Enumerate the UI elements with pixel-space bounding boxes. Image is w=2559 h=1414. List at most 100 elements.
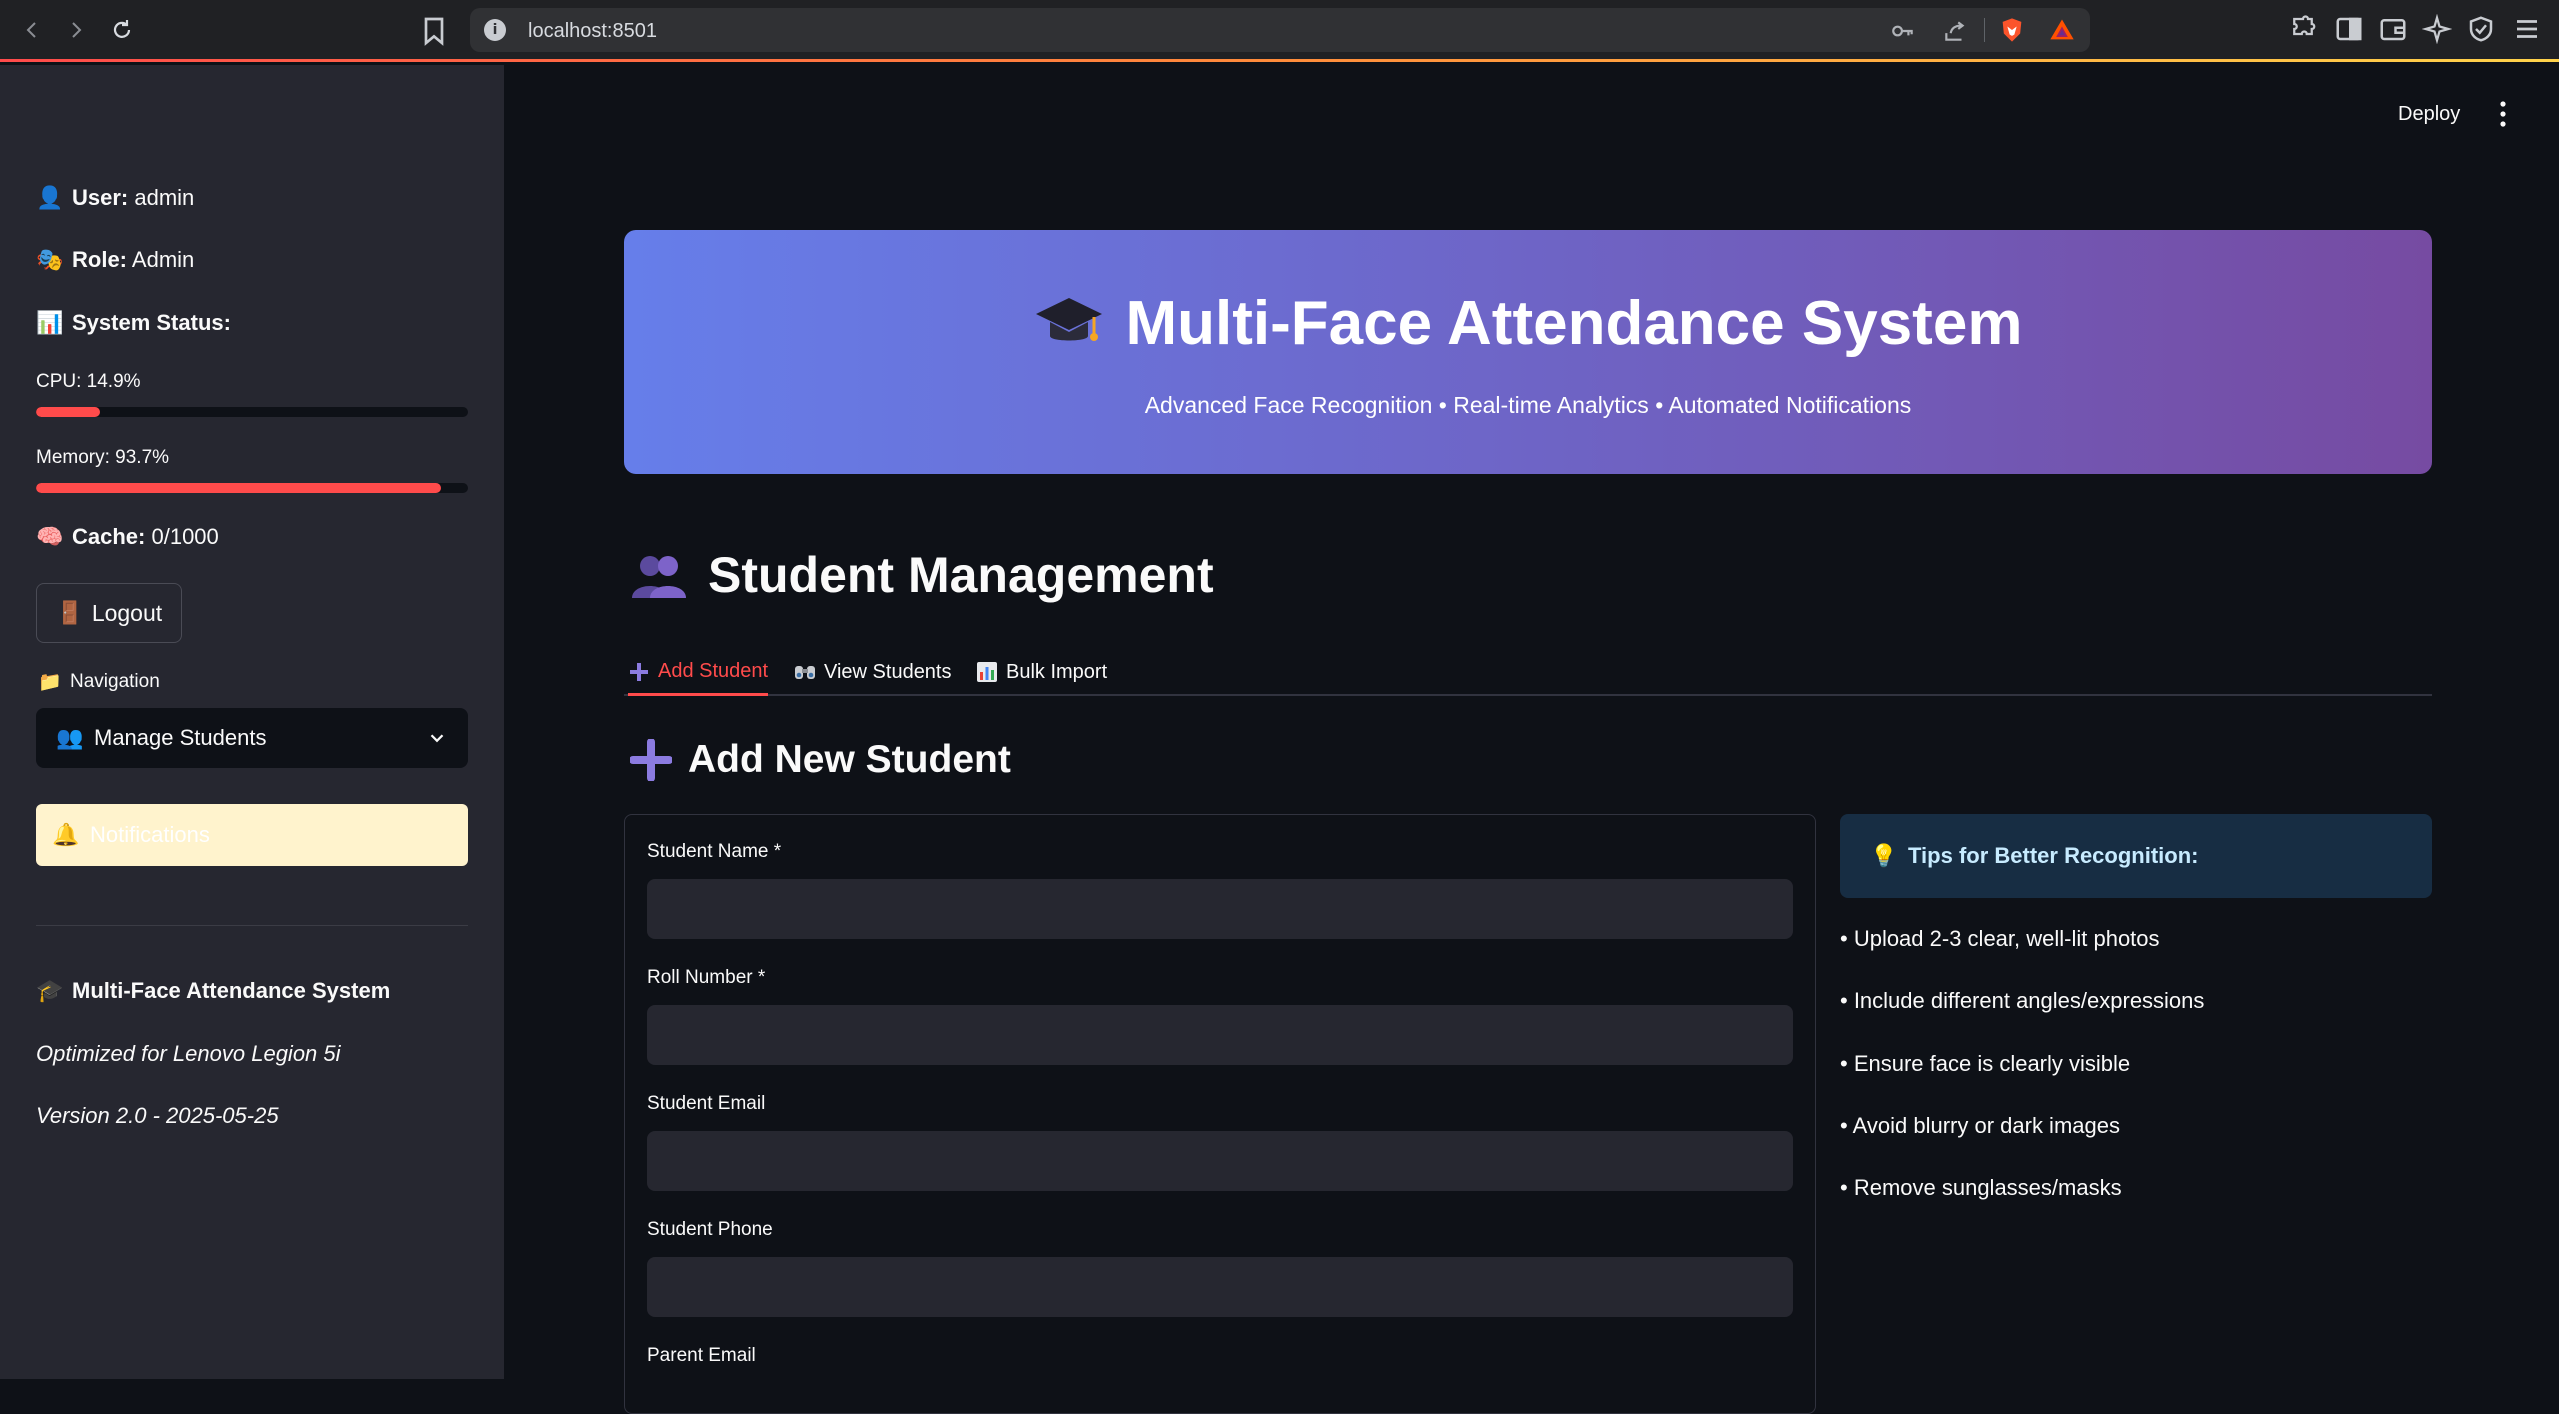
users-icon: 👥	[56, 725, 84, 751]
cpu-progress-bar	[36, 407, 468, 417]
cache-info: 🧠 Cache: 0/1000	[36, 524, 219, 550]
tab-view-students-label: View Students	[824, 660, 952, 683]
url-text: localhost:8501	[528, 20, 657, 42]
user-icon: 👤	[36, 185, 64, 211]
student-email-input[interactable]	[647, 1131, 1793, 1191]
selected-page: Manage Students	[94, 725, 267, 750]
user-label: User:	[72, 185, 129, 210]
sidebar: 👤 User: admin 🎭 Role: Admin 📊 System Sta…	[0, 65, 504, 1379]
extensions-icon[interactable]	[2288, 14, 2318, 44]
optimized-note: Optimized for Lenovo Legion 5i	[36, 1041, 341, 1066]
plus-icon	[630, 662, 648, 681]
more-options-icon[interactable]	[2498, 100, 2508, 128]
divider	[1984, 18, 1985, 42]
subsection-title: Add New Student	[630, 738, 1011, 782]
app-name-text: Multi-Face Attendance System	[72, 978, 391, 1003]
forward-icon[interactable]	[60, 14, 92, 46]
tab-add-student-label: Add Student	[658, 660, 769, 682]
bookmark-icon[interactable]	[418, 15, 450, 47]
version-note: Version 2.0 - 2025-05-25	[36, 1103, 279, 1128]
navigation-label: 📁 Navigation	[36, 670, 160, 694]
bar-chart-icon	[977, 662, 997, 682]
share-icon[interactable]	[1942, 18, 1968, 44]
navigation-select[interactable]: 👥 Manage Students	[36, 708, 468, 768]
section-title-text: Student Management	[708, 547, 1214, 603]
notifications-button[interactable]: 🔔 Notifications	[36, 804, 468, 866]
wallet-icon[interactable]	[2378, 14, 2408, 44]
tip-item: • Include different angles/expressions	[1840, 988, 2205, 1013]
theater-masks-icon: 🎭	[36, 247, 64, 273]
tips-title: Tips for Better Recognition:	[1908, 843, 2199, 868]
brave-shield-icon[interactable]	[1998, 16, 2026, 44]
key-icon[interactable]	[1890, 18, 1916, 44]
leo-ai-icon[interactable]	[2421, 13, 2453, 45]
logout-button[interactable]: 🚪 Logout	[36, 583, 182, 643]
tip-item: • Remove sunglasses/masks	[1840, 1175, 2122, 1200]
users-icon	[632, 556, 686, 598]
tip-item: • Ensure face is clearly visible	[1840, 1051, 2131, 1076]
logout-label: Logout	[91, 599, 163, 626]
tab-bar: Add Student View Students Bulk Import	[624, 640, 2432, 696]
browser-toolbar: i localhost:8501	[0, 0, 2559, 62]
user-info: 👤 User: admin	[36, 185, 194, 211]
notifications-label: Notifications	[90, 822, 210, 847]
folder-icon: 📁	[38, 671, 62, 693]
tip-item: • Avoid blurry or dark images	[1840, 1113, 2120, 1138]
tip-item: • Upload 2-3 clear, well-lit photos	[1840, 926, 2160, 951]
tab-add-student[interactable]: Add Student	[628, 650, 769, 696]
brain-icon: 🧠	[36, 524, 64, 550]
hero-banner: Multi-Face Attendance System Advanced Fa…	[624, 230, 2432, 474]
roll-number-label: Roll Number *	[647, 967, 766, 988]
deploy-button[interactable]: Deploy	[2398, 103, 2460, 126]
student-phone-label: Student Phone	[647, 1219, 773, 1240]
tab-bulk-import[interactable]: Bulk Import	[976, 650, 1107, 694]
sidebar-divider	[36, 925, 468, 926]
user-value: admin	[134, 185, 195, 210]
system-status: 📊 System Status:	[36, 310, 231, 336]
role-value: Admin	[131, 247, 195, 272]
back-icon[interactable]	[16, 14, 48, 46]
cache-label: Cache:	[72, 524, 146, 549]
section-title: Student Management	[630, 546, 1214, 604]
lightbulb-icon: 💡	[1870, 843, 1898, 869]
student-name-input[interactable]	[647, 879, 1793, 939]
role-info: 🎭 Role: Admin	[36, 247, 194, 273]
address-bar[interactable]: i localhost:8501	[470, 8, 2090, 52]
tab-bulk-import-label: Bulk Import	[1006, 660, 1108, 683]
brave-rewards-icon[interactable]	[2048, 16, 2076, 44]
door-icon: 🚪	[56, 600, 84, 626]
sidebar-icon[interactable]	[2334, 14, 2364, 44]
menu-icon[interactable]	[2512, 14, 2542, 44]
role-label: Role:	[72, 247, 127, 272]
cpu-progress-fill	[36, 407, 101, 417]
memory-label: Memory: 93.7%	[36, 447, 170, 468]
hero-title: Multi-Face Attendance System	[624, 288, 2432, 359]
parent-email-label: Parent Email	[647, 1345, 756, 1366]
chevron-down-icon	[430, 734, 444, 743]
graduation-cap-icon	[1035, 297, 1102, 341]
navigation-label-text: Navigation	[70, 670, 160, 692]
subsection-title-text: Add New Student	[688, 738, 1011, 781]
student-name-label: Student Name *	[647, 841, 782, 862]
vpn-icon[interactable]	[2466, 14, 2496, 44]
memory-progress-fill	[36, 483, 441, 493]
tips-info-box: 💡 Tips for Better Recognition:	[1840, 814, 2432, 898]
site-info-icon[interactable]: i	[484, 19, 506, 41]
memory-progress-bar	[36, 483, 468, 493]
cpu-label: CPU: 14.9%	[36, 371, 141, 392]
cache-value: 0/1000	[151, 524, 219, 549]
tab-view-students[interactable]: View Students	[794, 650, 952, 694]
binoculars-icon	[795, 666, 815, 679]
plus-icon	[630, 739, 672, 781]
bell-icon: 🔔	[52, 822, 80, 848]
roll-number-input[interactable]	[647, 1005, 1793, 1065]
hero-subtitle: Advanced Face Recognition • Real-time An…	[1144, 392, 1912, 418]
reload-icon[interactable]	[106, 14, 138, 46]
app-name: 🎓 Multi-Face Attendance System	[36, 978, 390, 1004]
bar-chart-icon: 📊	[36, 310, 64, 336]
student-phone-input[interactable]	[647, 1257, 1793, 1317]
graduation-cap-icon: 🎓	[36, 978, 64, 1004]
system-status-label: System Status:	[72, 310, 231, 335]
student-email-label: Student Email	[647, 1093, 766, 1114]
add-student-form: Student Name * Roll Number * Student Ema…	[624, 814, 1816, 1414]
